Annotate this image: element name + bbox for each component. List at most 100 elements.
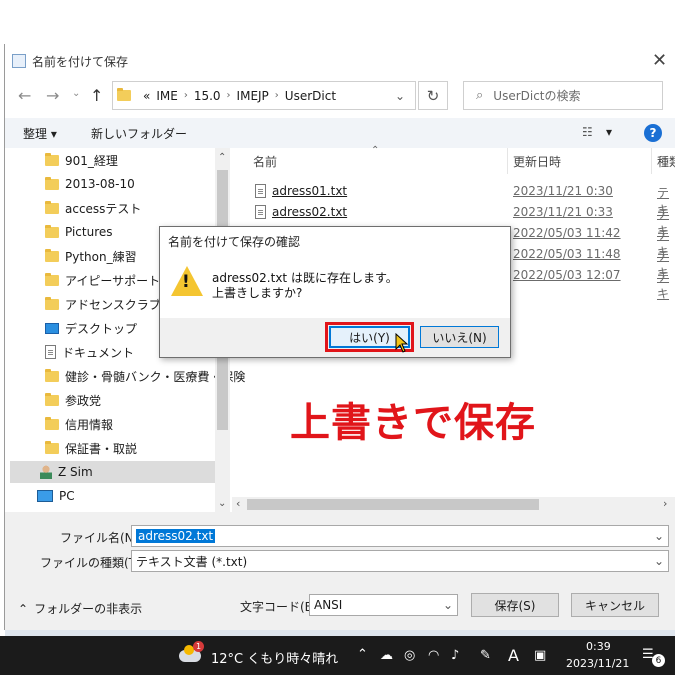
breadcrumb-sep-icon: ›: [226, 90, 231, 101]
column-divider[interactable]: [651, 148, 652, 174]
folder-icon: [45, 248, 59, 262]
search-input[interactable]: ⌕ UserDictの検索: [463, 81, 663, 110]
file-date: 2023/11/21 0:33: [513, 205, 613, 219]
nav-item-folder[interactable]: 参政党: [45, 389, 101, 411]
wifi-icon[interactable]: ◠: [428, 648, 439, 663]
text-file-icon: [255, 184, 266, 198]
nav-item-documents[interactable]: ドキュメント: [45, 341, 134, 363]
column-header-date[interactable]: 更新日時: [513, 153, 561, 170]
filename-dropdown-icon[interactable]: ⌄: [654, 529, 664, 543]
volume-icon[interactable]: ♪: [451, 648, 459, 663]
help-icon[interactable]: ?: [644, 124, 662, 142]
scroll-right-icon[interactable]: ›: [663, 497, 667, 510]
nav-item-folder[interactable]: アイピーサポート: [45, 269, 160, 291]
folder-icon: [45, 152, 59, 166]
folder-icon: [117, 88, 131, 101]
close-icon[interactable]: ✕: [652, 50, 667, 71]
nav-item-label: Pictures: [65, 225, 113, 239]
ime-mode-indicator[interactable]: A: [508, 646, 519, 665]
confirm-message-line1: adress02.txt は既に存在します。: [212, 271, 398, 285]
nav-item-label: アドセンスクラブ: [65, 297, 161, 312]
folder-icon: [45, 296, 59, 310]
encoding-select[interactable]: ANSI ⌄: [309, 594, 458, 616]
text-file-icon: [255, 205, 266, 219]
file-list-hscroll-thumb[interactable]: [247, 499, 539, 510]
nav-item-folder[interactable]: Python_練習: [45, 245, 137, 267]
sort-ascending-icon: ⌃: [371, 145, 380, 156]
pen-icon[interactable]: ✎: [480, 648, 491, 663]
recent-dropdown-icon[interactable]: ⌄: [72, 88, 80, 99]
nav-item-folder[interactable]: accessテスト: [45, 197, 141, 219]
column-divider[interactable]: [507, 148, 508, 174]
nav-item-pc[interactable]: PC: [37, 485, 75, 507]
breadcrumb-version[interactable]: 15.0: [194, 89, 221, 103]
breadcrumb-userdict[interactable]: UserDict: [285, 89, 336, 103]
clock-date[interactable]: 2023/11/21: [566, 657, 629, 670]
hide-folders-toggle[interactable]: ⌃ フォルダーの非表示: [18, 600, 142, 617]
save-button[interactable]: 保存(S): [471, 593, 559, 617]
filename-value: adress02.txt: [136, 529, 216, 543]
nav-item-desktop[interactable]: デスクトップ: [45, 317, 137, 339]
desktop-icon: [45, 322, 59, 334]
encoding-dropdown-icon[interactable]: ⌄: [443, 598, 453, 612]
nav-item-label: Python_練習: [65, 249, 137, 264]
file-name: adress02.txt: [272, 205, 348, 219]
column-header-type[interactable]: 種類: [657, 153, 675, 170]
scroll-down-icon[interactable]: ⌄: [218, 498, 226, 509]
nav-item-label: 2013-08-10: [65, 177, 135, 191]
documents-icon: [45, 345, 56, 359]
breadcrumb-sep-icon: ›: [274, 90, 279, 101]
tray-chevron-up-icon[interactable]: ⌃: [357, 647, 368, 662]
view-options-dropdown[interactable]: ▾: [606, 125, 612, 139]
breadcrumb-ime[interactable]: IME: [156, 89, 177, 103]
breadcrumb-imejp[interactable]: IMEJP: [237, 89, 269, 103]
address-dropdown-icon[interactable]: ⌄: [395, 89, 405, 103]
search-placeholder: UserDictの検索: [493, 89, 581, 103]
scroll-up-icon[interactable]: ⌃: [218, 152, 226, 163]
file-date: 2022/05/03 11:42: [513, 226, 621, 240]
window-title: 名前を付けて保存: [32, 54, 129, 69]
file-row[interactable]: adress01.txt: [255, 181, 347, 201]
filename-field[interactable]: adress02.txt ⌄: [131, 525, 669, 547]
refresh-icon[interactable]: ↻: [418, 81, 448, 110]
view-options-icon[interactable]: ☷: [582, 125, 593, 139]
window-titlebar: 名前を付けて保存: [12, 50, 128, 72]
back-arrow-icon[interactable]: ←: [18, 86, 31, 105]
new-folder-button[interactable]: 新しいフォルダー: [91, 125, 187, 142]
clock-time[interactable]: 0:39: [586, 640, 611, 653]
folder-icon: [45, 440, 59, 454]
nav-item-folder[interactable]: 信用情報: [45, 413, 113, 435]
filetype-dropdown-icon[interactable]: ⌄: [654, 554, 664, 568]
organize-button[interactable]: 整理 ▾: [23, 125, 57, 142]
nav-item-folder[interactable]: 保証書・取説: [45, 437, 137, 459]
file-name: adress01.txt: [272, 184, 348, 198]
column-header-name[interactable]: 名前: [253, 153, 277, 170]
address-bar[interactable]: « IME › 15.0 › IMEJP › UserDict ⌄: [112, 81, 416, 110]
weather-text[interactable]: 12°C くもり時々晴れ: [211, 648, 338, 667]
pc-icon: [37, 490, 53, 502]
cancel-button[interactable]: キャンセル: [571, 593, 659, 617]
meet-now-icon[interactable]: ◎: [404, 648, 415, 663]
confirm-message-line2: 上書きしますか?: [212, 286, 303, 300]
nav-item-user[interactable]: Z Sim: [10, 461, 219, 483]
user-icon: [40, 465, 52, 479]
nav-item-folder[interactable]: Pictures: [45, 221, 113, 243]
file-row[interactable]: adress02.txt: [255, 202, 347, 222]
nav-item-folder[interactable]: アドセンスクラブ: [45, 293, 161, 315]
file-date: 2023/11/21 0:30: [513, 184, 613, 198]
chevron-up-icon: ⌃: [18, 601, 29, 616]
filetype-label: ファイルの種類(T):: [40, 556, 145, 570]
folder-icon: [45, 272, 59, 286]
filetype-select[interactable]: テキスト文書 (*.txt) ⌄: [131, 550, 669, 572]
taskbar: 1 12°C くもり時々晴れ ⌃ ☁ ◎ ◠ ♪ ✎ A ▣ 0:39 2023…: [0, 636, 675, 675]
overlay-caption: 上書きで保存: [290, 400, 536, 446]
forward-arrow-icon[interactable]: →: [46, 86, 59, 105]
ime-pad-icon[interactable]: ▣: [534, 648, 546, 663]
nav-item-folder[interactable]: 2013-08-10: [45, 173, 135, 195]
onedrive-cloud-icon[interactable]: ☁: [380, 648, 393, 663]
nav-item-label: PC: [59, 489, 75, 503]
scroll-left-icon[interactable]: ‹: [236, 497, 240, 510]
nav-item-folder[interactable]: 901_経理: [45, 149, 118, 171]
no-button[interactable]: いいえ(N): [420, 326, 499, 348]
up-arrow-icon[interactable]: ↑: [90, 86, 103, 105]
